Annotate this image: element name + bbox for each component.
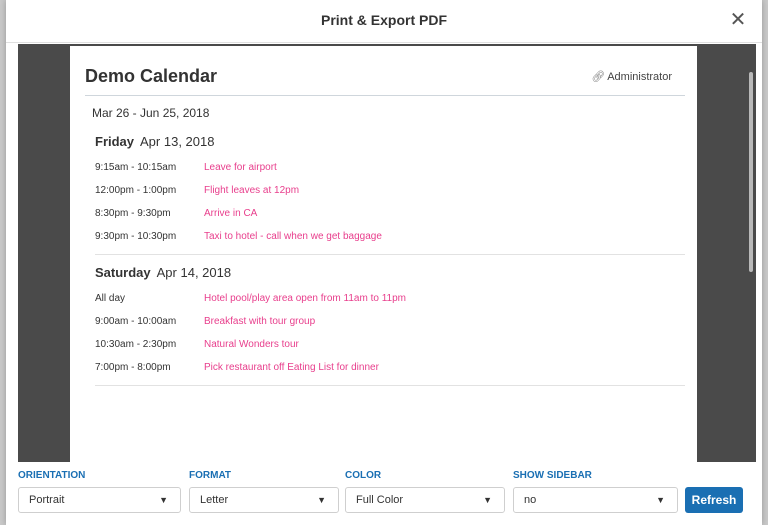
event-title: Arrive in CA <box>204 208 258 219</box>
event-row: 7:00pm - 8:00pm Pick restaurant off Eati… <box>95 358 685 381</box>
sidebar-select[interactable]: no ▼ <box>513 487 678 513</box>
event-row: 9:00am - 10:00am Breakfast with tour gro… <box>95 312 685 335</box>
event-time: 8:30pm - 9:30pm <box>95 208 171 219</box>
event-row: 9:15am - 10:15am Leave for airport <box>95 158 685 181</box>
sidebar-control: SHOW SIDEBAR no ▼ <box>513 468 678 513</box>
day-block-friday: Friday Apr 13, 2018 9:15am - 10:15am Leav… <box>95 134 685 255</box>
calendar-title: Demo Calendar <box>85 66 218 86</box>
event-time: 12:00pm - 1:00pm <box>95 185 177 196</box>
dialog-title: Print & Export PDF <box>320 12 447 28</box>
orientation-value: Portrait <box>29 494 65 506</box>
day-heading: Saturday Apr 14, 2018 <box>95 265 685 289</box>
preview-scrollbar[interactable] <box>746 44 756 462</box>
event-title: Natural Wonders tour <box>204 339 299 350</box>
event-row: 12:00pm - 1:00pm Flight leaves at 12pm <box>95 181 685 204</box>
event-row: All day Hotel pool/play area open from 1… <box>95 289 685 312</box>
color-select[interactable]: Full Color ▼ <box>345 487 505 513</box>
day-name: Friday <box>95 134 135 149</box>
day-name: Saturday <box>95 265 151 280</box>
event-time: 10:30am - 2:30pm <box>95 339 177 350</box>
event-time: 9:30pm - 10:30pm <box>95 231 177 242</box>
event-time: 9:15am - 10:15am <box>95 162 177 173</box>
day-date: Apr 14, 2018 <box>156 265 232 280</box>
format-value: Letter <box>200 494 229 506</box>
day-divider <box>95 385 685 386</box>
event-title: Taxi to hotel - call when we get baggage <box>204 231 382 242</box>
orientation-select[interactable]: Portrait ▼ <box>18 487 181 513</box>
event-title: Breakfast with tour group <box>204 316 316 327</box>
title-divider <box>85 95 685 96</box>
owner-name: Administrator <box>607 71 672 83</box>
format-control: FORMAT Letter ▼ <box>189 468 339 513</box>
event-title: Leave for airport <box>204 162 277 173</box>
close-icon[interactable]: ✕ <box>728 10 748 30</box>
refresh-button[interactable]: Refresh <box>685 487 743 513</box>
day-divider <box>95 254 685 255</box>
event-title: Hotel pool/play area open from 11am to 1… <box>204 293 406 304</box>
orientation-control: ORIENTATION Portrait ▼ <box>18 468 181 513</box>
event-time: All day <box>95 293 126 304</box>
owner-label: 🔗︎ Administrator <box>591 70 672 83</box>
print-export-dialog: Print & Export PDF ✕ Demo Calendar 🔗︎ Adm… <box>6 0 762 525</box>
day-date: Apr 13, 2018 <box>140 134 215 149</box>
caret-down-icon: ▼ <box>317 495 326 505</box>
event-title: Flight leaves at 12pm <box>204 185 300 196</box>
caret-down-icon: ▼ <box>159 495 168 505</box>
sidebar-value: no <box>524 494 537 506</box>
event-row: 10:30am - 2:30pm Natural Wonders tour <box>95 335 685 358</box>
event-row: 9:30pm - 10:30pm Taxi to hotel - call wh… <box>95 227 685 250</box>
link-icon: 🔗︎ <box>591 71 606 83</box>
pdf-preview[interactable]: Demo Calendar 🔗︎ Administrator Mar 26 - J… <box>18 44 756 462</box>
background-right-edge <box>762 0 768 525</box>
dialog-header: Print & Export PDF ✕ <box>6 0 762 43</box>
event-title: Pick restaurant off Eating List for dinn… <box>204 362 379 373</box>
color-control: COLOR Full Color ▼ <box>345 468 505 513</box>
day-block-saturday: Saturday Apr 14, 2018 All day Hotel pool/… <box>95 265 685 386</box>
caret-down-icon: ▼ <box>656 495 665 505</box>
event-time: 7:00pm - 8:00pm <box>95 362 171 373</box>
day-heading: Friday Apr 13, 2018 <box>95 134 685 158</box>
export-options: ORIENTATION Portrait ▼ FORMAT Letter ▼ C… <box>6 462 762 525</box>
preview-page: Demo Calendar 🔗︎ Administrator Mar 26 - J… <box>70 46 697 462</box>
color-value: Full Color <box>356 494 404 506</box>
orientation-label: ORIENTATION <box>18 470 86 481</box>
color-label: COLOR <box>345 470 382 481</box>
format-label: FORMAT <box>189 470 232 481</box>
date-range: Mar 26 - Jun 25, 2018 <box>92 106 210 120</box>
caret-down-icon: ▼ <box>483 495 492 505</box>
event-row: 8:30pm - 9:30pm Arrive in CA <box>95 204 685 227</box>
event-time: 9:00am - 10:00am <box>95 316 177 327</box>
format-select[interactable]: Letter ▼ <box>189 487 339 513</box>
sidebar-label: SHOW SIDEBAR <box>513 470 592 481</box>
scrollbar-thumb[interactable] <box>749 72 753 272</box>
